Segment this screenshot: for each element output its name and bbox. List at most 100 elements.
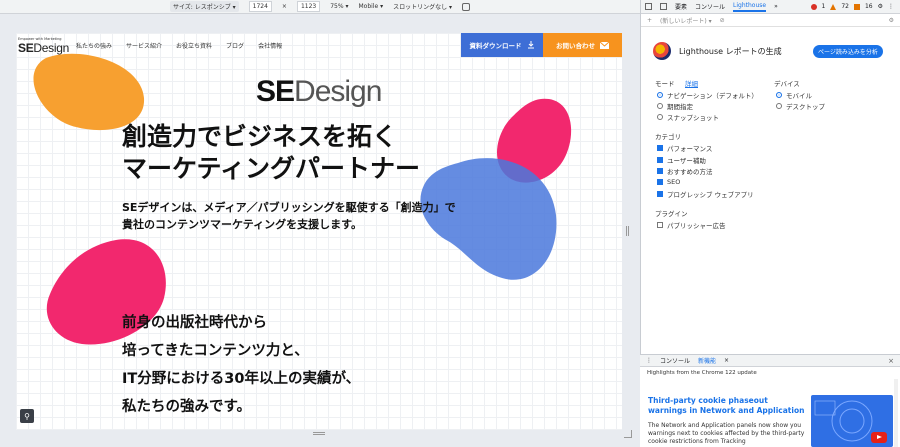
warning-count: 72: [841, 3, 849, 10]
article-body: The Network and Application panels now s…: [648, 422, 805, 445]
more-tabs-icon[interactable]: »: [774, 3, 778, 10]
radio-icon: [776, 103, 782, 109]
corner-resize-handle[interactable]: [624, 430, 632, 438]
nav-item-services[interactable]: サービス紹介: [126, 41, 162, 50]
height-input[interactable]: 1123: [296, 1, 321, 12]
story-line-2: 培ってきたコンテンツ力と、: [122, 343, 309, 359]
radio-icon: [657, 114, 663, 120]
nav-item-resources[interactable]: お役立ち資料: [176, 41, 212, 50]
category-best-practices[interactable]: おすすめの方法: [657, 166, 713, 176]
page-viewport: Empower with Marketing SEDesign 私たちの強み サ…: [16, 33, 622, 430]
drawer-menu-icon[interactable]: ⋮: [646, 357, 652, 364]
drawer-tab-close-icon[interactable]: ×: [724, 357, 729, 364]
mode-option-label: ナビゲーション（デフォルト）: [667, 92, 758, 100]
logo-rest: Design: [33, 41, 69, 55]
drawer-scrollbar[interactable]: [894, 379, 898, 447]
device-heading: デバイス: [774, 80, 800, 88]
vertical-resize-handle[interactable]: [626, 226, 629, 236]
checkbox-checked-icon: [657, 179, 663, 185]
mode-option-snapshot[interactable]: スナップショット: [657, 112, 719, 122]
drawer-tab-console[interactable]: コンソール: [660, 356, 690, 365]
issue-counters[interactable]: 1 72 16 ⚙ ⋮: [810, 3, 894, 10]
category-performance[interactable]: パフォーマンス: [657, 143, 712, 153]
warning-icon: [830, 3, 837, 10]
category-accessibility[interactable]: ユーザー補助: [657, 155, 706, 165]
video-thumbnail[interactable]: [811, 395, 893, 447]
rotate-icon[interactable]: [462, 2, 471, 11]
sub-line-1: SEデザインは、メディア／パブリッシングを駆使する「創造力」で: [122, 201, 456, 214]
hero-line-2: マーケティングパートナー: [122, 154, 421, 183]
hero-heading: 創造力でビジネスを拓く マーケティングパートナー: [122, 121, 420, 185]
new-report-icon[interactable]: +: [647, 17, 652, 24]
radio-checked-icon: [776, 92, 782, 98]
device-toggle-icon[interactable]: [660, 3, 667, 10]
story-line-3: IT分野における30年以上の実績が、: [122, 371, 361, 387]
category-label: プログレッシブ ウェブアプリ: [667, 191, 754, 199]
drawer-tab-bar: ⋮ コンソール 新機能 ×: [640, 355, 900, 367]
checkbox-checked-icon: [657, 191, 663, 197]
tab-console[interactable]: コンソール: [695, 2, 725, 11]
accessibility-widget-icon[interactable]: ⚲: [20, 409, 34, 423]
site-nav: 私たちの強み サービス紹介 お役立ち資料 ブログ 会社情報: [76, 41, 282, 50]
nav-item-blog[interactable]: ブログ: [226, 41, 244, 50]
drawer-close-icon[interactable]: ×: [888, 357, 894, 365]
issues-count: 16: [864, 3, 873, 10]
device-option-mobile[interactable]: モバイル: [776, 90, 812, 100]
zoom-select[interactable]: 75% ▾: [330, 3, 348, 10]
category-label: SEO: [667, 178, 681, 186]
settings-gear-icon[interactable]: ⚙: [878, 3, 883, 10]
plugin-publisher-ads[interactable]: パブリッシャー広告: [657, 220, 726, 230]
mode-option-navigation[interactable]: ナビゲーション（デフォルト）: [657, 90, 758, 100]
devtools-tab-bar: 要素 コンソール Lighthouse » 1 72 16 ⚙ ⋮: [641, 0, 900, 14]
plugins-heading: プラグイン: [655, 210, 688, 218]
analyze-page-button[interactable]: ページ読み込みを分析: [813, 45, 883, 58]
mail-icon: [600, 41, 609, 49]
site-logo[interactable]: Empower with Marketing SEDesign: [18, 37, 69, 55]
article-title[interactable]: Third-party cookie phaseout warnings in …: [648, 396, 808, 416]
lighthouse-settings-icon[interactable]: ⚙: [889, 17, 894, 24]
clear-icon[interactable]: ⊘: [720, 17, 725, 24]
category-label: おすすめの方法: [667, 168, 713, 176]
error-count: 1: [821, 3, 826, 10]
brand-rest: Design: [294, 75, 382, 108]
radio-icon: [657, 103, 663, 109]
mode-details-link[interactable]: 詳細: [685, 78, 698, 88]
device-toolbar: サイズ: レスポンシブ ▾ 1724 × 1123 75% ▾ Mobile ▾…: [0, 0, 640, 14]
download-label: 資料ダウンロード: [469, 42, 522, 50]
mode-heading: モード: [655, 80, 675, 88]
story-line-1: 前身の出版社時代から: [122, 315, 267, 331]
throttling-select[interactable]: スロットリングなし ▾: [393, 2, 452, 11]
horizontal-resize-handle[interactable]: [313, 432, 325, 435]
checkbox-checked-icon: [657, 157, 663, 163]
download-button[interactable]: 資料ダウンロード: [461, 33, 543, 57]
nav-item-strengths[interactable]: 私たちの強み: [76, 41, 112, 50]
contact-button[interactable]: お問い合わせ: [543, 33, 622, 57]
checkbox-checked-icon: [657, 168, 663, 174]
mode-option-timespan[interactable]: 期間指定: [657, 101, 693, 111]
device-option-label: デスクトップ: [786, 103, 825, 111]
mode-option-label: 期間指定: [667, 103, 693, 111]
device-option-desktop[interactable]: デスクトップ: [776, 101, 825, 111]
report-select[interactable]: (新しいレポート) ▾: [660, 16, 712, 25]
youtube-play-icon: [871, 432, 887, 443]
category-seo[interactable]: SEO: [657, 178, 680, 186]
drawer-tab-whats-new[interactable]: 新機能: [698, 356, 716, 365]
hero-subtext: SEデザインは、メディア／パブリッシングを駆使する「創造力」で 貴社のコンテンツ…: [122, 199, 456, 233]
inspect-icon[interactable]: [645, 3, 652, 10]
categories-heading: カテゴリ: [655, 133, 681, 141]
issues-icon: [853, 3, 860, 10]
tab-elements[interactable]: 要素: [675, 2, 687, 11]
times-sign: ×: [281, 3, 287, 10]
width-input[interactable]: 1724: [248, 1, 272, 12]
hero-line-1: 創造力でビジネスを拓く: [122, 122, 398, 151]
device-type-select[interactable]: Mobile ▾: [359, 3, 384, 10]
more-options-icon[interactable]: ⋮: [888, 3, 894, 10]
plugin-label: パブリッシャー広告: [667, 222, 726, 230]
brand-wordmark: SEDesign: [256, 75, 382, 109]
category-pwa[interactable]: プログレッシブ ウェブアプリ: [657, 189, 754, 199]
dimensions-select[interactable]: サイズ: レスポンシブ ▾: [169, 1, 239, 12]
lighthouse-toolbar: + (新しいレポート) ▾ ⊘ ⚙: [641, 14, 900, 27]
tab-lighthouse[interactable]: Lighthouse: [733, 2, 767, 12]
nav-item-company[interactable]: 会社情報: [258, 41, 282, 50]
radio-checked-icon: [657, 92, 663, 98]
